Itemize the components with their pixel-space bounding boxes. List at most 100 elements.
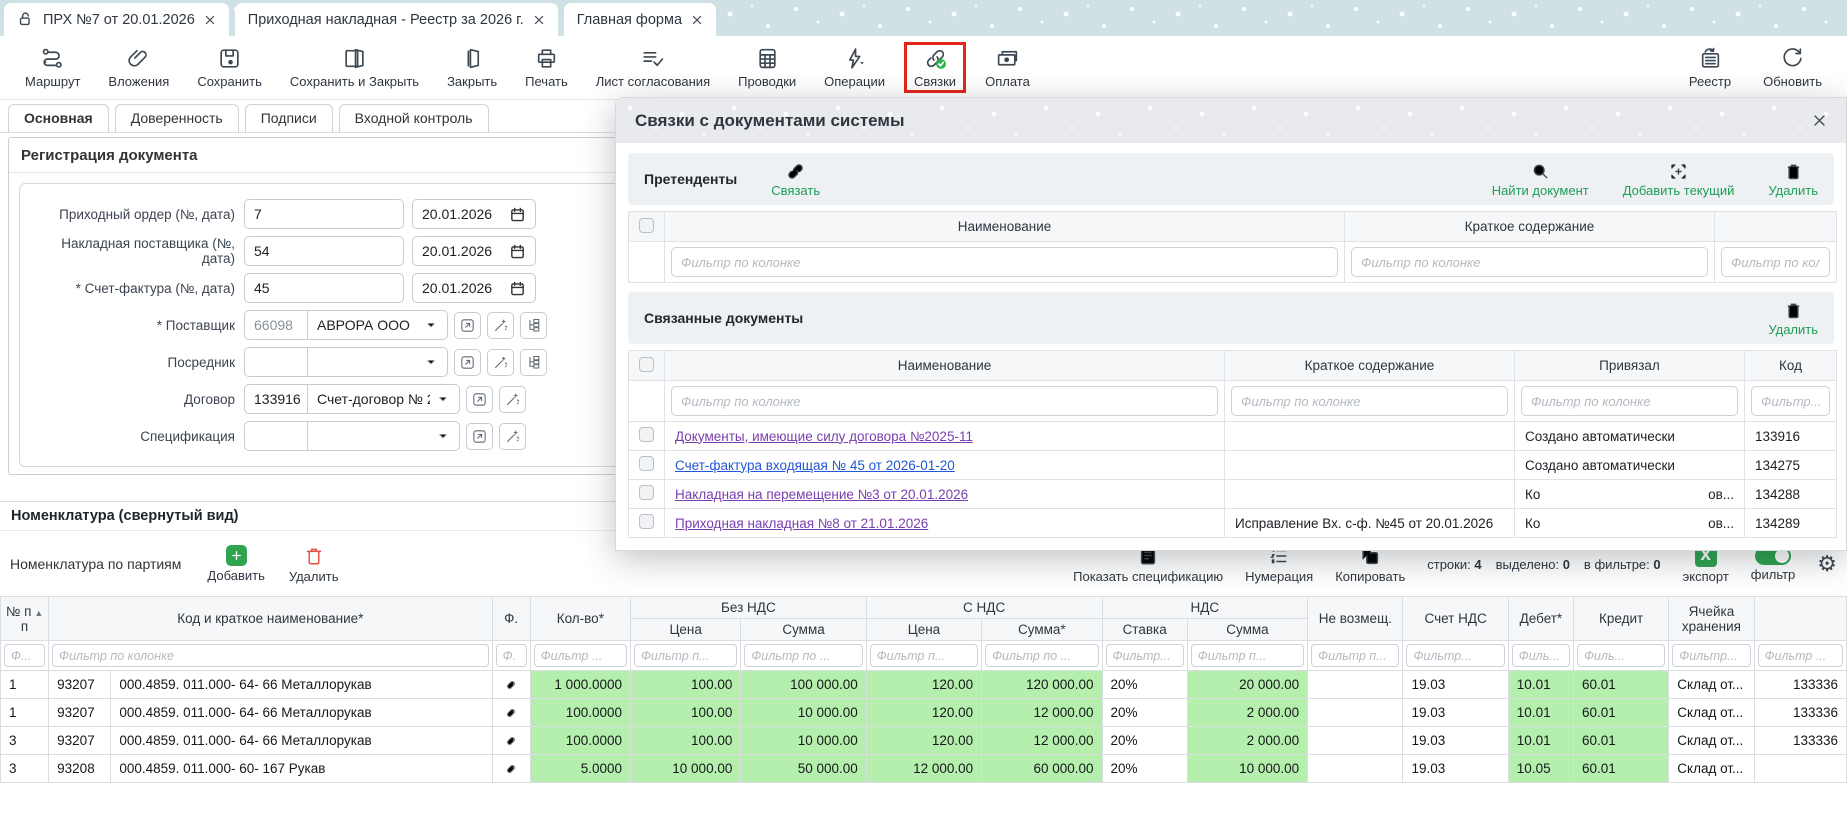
document-link[interactable]: Счет-фактура входящая № 45 от 2026-01-20	[675, 458, 955, 473]
supplier-waybill-date-input[interactable]: 20.01.2026	[412, 236, 536, 266]
toolbar-button-route[interactable]: Маршрут	[16, 43, 89, 92]
table-row[interactable]: 3 93207 000.4859. 011.000- 64- 66 Металл…	[1, 727, 1847, 755]
find-document-button[interactable]: Найти документ	[1492, 161, 1589, 198]
toolbar-button-links[interactable]: Связки	[904, 42, 966, 93]
column-header-vat-rate[interactable]: Ставка	[1102, 619, 1187, 641]
column-header-qty[interactable]: Кол-во*	[530, 597, 630, 641]
document-link[interactable]: Накладная на перемещение №3 от 20.01.202…	[675, 487, 968, 502]
add-current-button[interactable]: Удалить Добавить текущий	[1623, 161, 1735, 198]
linked-document-row[interactable]: Накладная на перемещение №3 от 20.01.202…	[629, 480, 1837, 509]
column-header-name[interactable]: Наименование	[665, 212, 1345, 242]
contract-select[interactable]: Счет-договор № 2025-11 от 01.11.2	[308, 384, 460, 414]
link-icon[interactable]	[503, 705, 519, 721]
supplier-waybill-number-input[interactable]: 54	[244, 236, 404, 266]
linked-delete-button[interactable]: Удалить	[1768, 300, 1818, 337]
incoming-order-date-input[interactable]: 20.01.2026	[412, 199, 536, 229]
column-header-vat-account[interactable]: Счет НДС	[1403, 597, 1508, 641]
close-icon[interactable]	[1812, 113, 1827, 128]
browser-tab-document[interactable]: ПРХ №7 от 20.01.2026	[4, 3, 229, 36]
middleman-wand-button[interactable]	[487, 349, 514, 376]
column-header-price-no-vat[interactable]: Цена	[631, 619, 741, 641]
tab-main[interactable]: Основная	[8, 104, 109, 132]
browser-tab-main-form[interactable]: Главная форма	[564, 3, 716, 36]
toolbar-button-payment[interactable]: Оплата	[976, 43, 1039, 92]
table-row[interactable]: 1 93207 000.4859. 011.000- 64- 66 Металл…	[1, 671, 1847, 699]
column-header-linked-by[interactable]: Привязал	[1515, 351, 1745, 381]
link-icon[interactable]	[503, 733, 519, 749]
linked-document-row[interactable]: Счет-фактура входящая № 45 от 2026-01-20…	[629, 451, 1837, 480]
column-header-code[interactable]: Код	[1745, 351, 1837, 381]
filter-input[interactable]	[671, 386, 1218, 416]
table-row[interactable]: 1 93207 000.4859. 011.000- 64- 66 Металл…	[1, 699, 1847, 727]
filter-input[interactable]	[744, 644, 862, 667]
middleman-select[interactable]	[308, 347, 448, 377]
column-header-extra[interactable]	[1715, 212, 1837, 242]
close-tab-icon[interactable]	[533, 14, 545, 26]
column-header-vat-sum[interactable]: Сумма	[1187, 619, 1307, 641]
specification-code-input[interactable]	[244, 421, 308, 451]
table-row[interactable]: 3 93208 000.4859. 011.000- 60- 167 Рукав…	[1, 755, 1847, 783]
browser-tab-registry[interactable]: Приходная накладная - Реестр за 2026 г.	[235, 3, 558, 36]
document-link[interactable]: Документы, имеющие силу договора №2025-1…	[675, 429, 973, 444]
middleman-hierarchy-button[interactable]	[520, 349, 547, 376]
filter-input[interactable]	[1751, 386, 1830, 416]
row-checkbox[interactable]	[639, 427, 654, 442]
filter-input[interactable]	[1406, 644, 1504, 667]
toolbar-button-postings[interactable]: Проводки	[729, 43, 805, 92]
column-header-non-refund[interactable]: Не возмещ.	[1308, 597, 1403, 641]
supplier-hierarchy-button[interactable]	[520, 312, 547, 339]
specification-wand-button[interactable]	[499, 423, 526, 450]
candidates-delete-button[interactable]: Удалить	[1768, 161, 1818, 198]
filter-input[interactable]	[870, 644, 978, 667]
select-all-checkbox[interactable]	[639, 357, 654, 372]
filter-input[interactable]	[1758, 644, 1843, 667]
supplier-code-input[interactable]: 66098	[244, 310, 308, 340]
filter-input[interactable]	[1106, 644, 1184, 667]
toolbar-button-save[interactable]: Сохранить	[188, 43, 271, 92]
supplier-open-button[interactable]	[454, 312, 481, 339]
row-checkbox[interactable]	[639, 456, 654, 471]
link-documents-button[interactable]: Связать	[771, 161, 820, 198]
middleman-open-button[interactable]	[454, 349, 481, 376]
toolbar-button-save-close[interactable]: Сохранить и Закрыть	[281, 43, 428, 92]
invoice-number-input[interactable]: 45	[244, 273, 404, 303]
column-header-credit[interactable]: Кредит	[1574, 597, 1669, 641]
document-link[interactable]: Приходная накладная №8 от 21.01.2026	[675, 516, 928, 531]
contract-open-button[interactable]	[466, 386, 493, 413]
filter-input[interactable]	[52, 644, 488, 667]
invoice-date-input[interactable]: 20.01.2026	[412, 273, 536, 303]
toolbar-button-print[interactable]: Печать	[516, 43, 577, 92]
column-header-sum-with-vat[interactable]: Сумма*	[982, 619, 1102, 641]
supplier-select[interactable]: АВРОРА ООО	[308, 310, 448, 340]
column-header-storage[interactable]: Ячейка хранения	[1669, 597, 1754, 641]
filter-input[interactable]	[1672, 644, 1750, 667]
filter-input[interactable]	[1191, 644, 1304, 667]
add-row-button[interactable]: Добавить	[207, 545, 264, 583]
filter-input[interactable]	[1351, 247, 1708, 277]
column-header-code-name[interactable]: Код и краткое наименование*	[49, 597, 492, 641]
middleman-code-input[interactable]	[244, 347, 308, 377]
column-header-name[interactable]: Наименование	[665, 351, 1225, 381]
column-header-f[interactable]: Ф.	[492, 597, 530, 641]
tab-power-of-attorney[interactable]: Доверенность	[115, 104, 239, 132]
tab-input-control[interactable]: Входной контроль	[339, 104, 489, 132]
linked-document-row[interactable]: Документы, имеющие силу договора №2025-1…	[629, 422, 1837, 451]
filter-input[interactable]	[1231, 386, 1508, 416]
column-header-sum-no-vat[interactable]: Сумма	[741, 619, 866, 641]
filter-input[interactable]	[4, 644, 45, 667]
select-all-checkbox[interactable]	[639, 218, 654, 233]
filter-input[interactable]	[1521, 386, 1738, 416]
column-header-debit[interactable]: Дебет*	[1508, 597, 1573, 641]
filter-input[interactable]	[534, 644, 627, 667]
filter-input[interactable]	[985, 644, 1098, 667]
filter-toggle[interactable]: фильтр	[1751, 547, 1795, 582]
filter-input[interactable]	[1311, 644, 1399, 667]
row-checkbox[interactable]	[639, 514, 654, 529]
column-header-extra[interactable]	[1754, 597, 1846, 641]
gear-icon[interactable]: ⚙	[1817, 553, 1837, 575]
link-icon[interactable]	[503, 761, 519, 777]
link-icon[interactable]	[503, 677, 519, 693]
filter-input[interactable]	[1577, 644, 1665, 667]
column-header-price-with-vat[interactable]: Цена	[866, 619, 981, 641]
toolbar-button-attachments[interactable]: Вложения	[99, 43, 178, 92]
